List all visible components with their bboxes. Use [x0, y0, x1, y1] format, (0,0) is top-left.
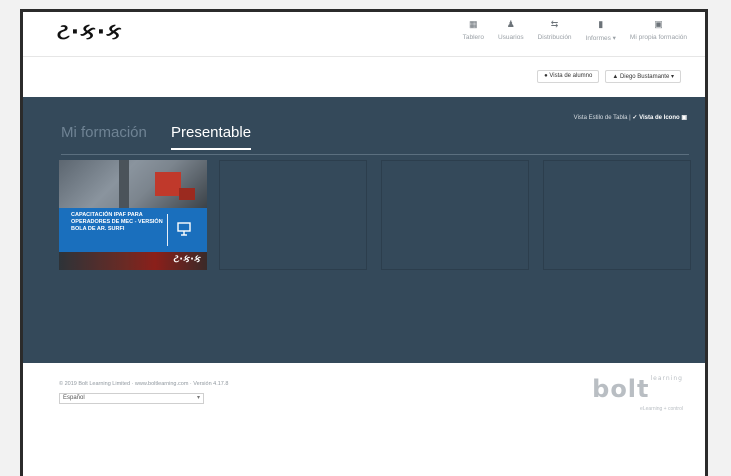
- reports-icon: ▮: [598, 19, 604, 29]
- nav-item-distribution[interactable]: ⇆ Distribución: [538, 18, 572, 42]
- empty-course-slot: [219, 160, 367, 270]
- nav-item-label: Informes ▾: [585, 35, 616, 42]
- nav-item-label: Mi propia formación: [629, 34, 687, 41]
- copyright-text: © 2019 Bolt Learning Limited · www.boltl…: [59, 381, 229, 387]
- main-menu: ▦ Tablero ♟ Usuarios ⇆ Distribución ▮ In…: [449, 18, 687, 42]
- presentation-icon: [177, 222, 191, 236]
- bolt-tagline: eLearning + control: [640, 406, 683, 412]
- nav-item-my-training[interactable]: ▣ Mi propia formación: [630, 18, 687, 42]
- browser-frame: ટ·ક·ક ▦ Tablero ♟ Usuarios ⇆ Distribució…: [20, 9, 708, 476]
- main-content: Vista Estilo de Tabla | ✓ Vista de Icono…: [23, 97, 705, 363]
- language-value: Español: [63, 395, 85, 401]
- sub-toolbar: ● Vista de alumno ▲ Diego Bustamante ▾: [23, 57, 705, 97]
- course-brand-logo: ટ·ક·ક: [173, 254, 201, 265]
- tab-presentable[interactable]: Presentable: [171, 124, 252, 150]
- course-card[interactable]: CAPACITACIÓN IPAF PARA OPERADORES DE MEC…: [59, 160, 207, 270]
- view-toggle[interactable]: Vista Estilo de Tabla | ✓ Vista de Icono…: [574, 114, 687, 121]
- dashboard-icon: ▦: [469, 19, 478, 29]
- chevron-down-icon: ▾: [196, 395, 200, 401]
- icon-view-link[interactable]: ✓ Vista de Icono ▣: [632, 115, 687, 121]
- empty-course-slot: [543, 160, 691, 270]
- banner-divider: [167, 214, 168, 246]
- nav-item-dashboard[interactable]: ▦ Tablero: [463, 18, 484, 42]
- nav-item-users[interactable]: ♟ Usuarios: [498, 18, 524, 42]
- course-title-banner: CAPACITACIÓN IPAF PARA OPERADORES DE MEC…: [59, 208, 207, 252]
- empty-course-slot: [381, 160, 529, 270]
- bolt-logo-super: learning: [650, 375, 683, 382]
- language-select[interactable]: Español ▾: [59, 393, 204, 404]
- bolt-logo[interactable]: boltlearning: [592, 375, 683, 403]
- training-tabs: Mi formación Presentable: [61, 124, 689, 155]
- course-thumbnail-photo: [59, 160, 207, 208]
- user-actions: ● Vista de alumno ▲ Diego Bustamante ▾: [531, 70, 681, 83]
- nav-item-reports[interactable]: ▮ Informes ▾: [586, 18, 616, 42]
- tab-my-training[interactable]: Mi formación: [61, 124, 147, 141]
- nav-item-label: Usuarios: [497, 34, 524, 41]
- brand-logo[interactable]: ટ·ક·ક: [57, 20, 123, 45]
- table-view-link[interactable]: Vista Estilo de Tabla |: [574, 115, 633, 121]
- student-view-button[interactable]: ● Vista de alumno: [537, 70, 600, 83]
- nav-item-label: Tablero: [462, 34, 484, 41]
- thumbnail-platform: [155, 172, 181, 196]
- nav-item-label: Distribución: [537, 34, 572, 41]
- bolt-logo-text: bolt: [592, 375, 650, 403]
- thumbnail-platform-base: [179, 188, 195, 200]
- course-grid: CAPACITACIÓN IPAF PARA OPERADORES DE MEC…: [59, 160, 691, 272]
- user-menu-button[interactable]: ▲ Diego Bustamante ▾: [605, 70, 681, 83]
- thumbnail-beam: [119, 160, 129, 208]
- course-title: CAPACITACIÓN IPAF PARA OPERADORES DE MEC…: [71, 212, 163, 232]
- course-thumbnail-footer: ટ·ક·ક: [59, 252, 207, 270]
- page-footer: © 2019 Bolt Learning Limited · www.boltl…: [23, 363, 705, 476]
- distribution-icon: ⇆: [550, 19, 559, 29]
- training-icon: ▣: [654, 19, 663, 29]
- users-icon: ♟: [506, 19, 515, 29]
- top-navigation: ટ·ક·ક ▦ Tablero ♟ Usuarios ⇆ Distribució…: [23, 12, 705, 57]
